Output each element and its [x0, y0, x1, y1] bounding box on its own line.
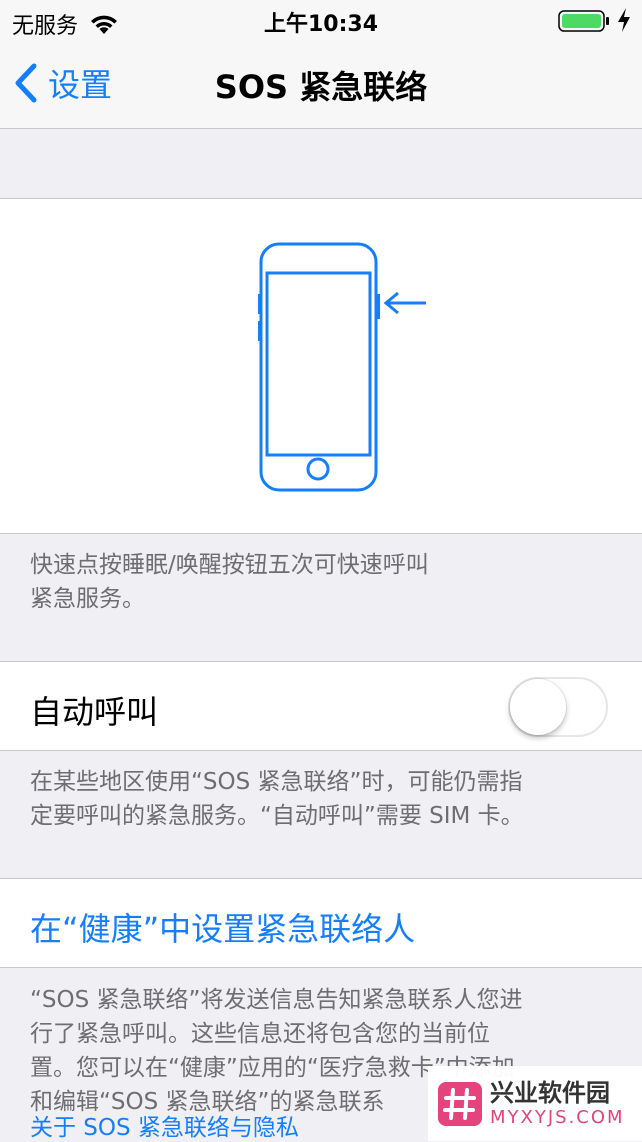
privacy-link[interactable]: 关于 SOS 紧急联络与隐私 — [30, 1108, 299, 1142]
toggle-knob — [510, 679, 566, 735]
footer-line: “SOS 紧急联络”将发送信息告知紧急联系人您进 — [30, 987, 523, 1013]
illustration-footer: 快速点按睡眠/唤醒按钮五次可快速呼叫 紧急服务。 — [30, 548, 620, 616]
auto-call-row: 自动呼叫 — [0, 661, 642, 751]
auto-call-toggle[interactable] — [508, 677, 608, 737]
footer-line: 在某些地区使用“SOS 紧急联络”时，可能仍需指 — [30, 769, 523, 795]
charging-icon — [618, 8, 630, 32]
status-bar: 无服务 上午10:34 — [0, 0, 642, 40]
health-link-label: 在“健康”中设置紧急联络人 — [30, 910, 416, 948]
health-emergency-contacts-row[interactable]: 在“健康”中设置紧急联络人 — [0, 878, 642, 968]
watermark-url: MYXYJS.COM — [490, 1106, 625, 1128]
page-title: SOS 紧急联络 — [214, 68, 428, 106]
battery-icon — [558, 10, 609, 32]
watermark-name: 兴业软件园 — [490, 1078, 610, 1107]
footer-line: 紧急服务。 — [30, 586, 145, 612]
footer-line: 快速点按睡眠/唤醒按钮五次可快速呼叫 — [30, 552, 429, 578]
watermark-logo-icon — [438, 1081, 482, 1126]
watermark: 兴业软件园 MYXYJS.COM — [428, 1066, 642, 1141]
auto-call-label: 自动呼叫 — [30, 693, 159, 731]
navigation-bar: 设置 SOS 紧急联络 — [0, 40, 642, 129]
footer-line: 行了紧急呼叫。这些信息还将包含您的当前位 — [30, 1021, 490, 1047]
status-time: 上午10:34 — [263, 12, 379, 37]
footer-line: 定要呼叫的紧急服务。“自动呼叫”需要 SIM 卡。 — [30, 803, 524, 829]
watermark-text: 兴业软件园 MYXYJS.COM — [490, 1079, 625, 1129]
phone-side-button-icon — [258, 242, 426, 492]
illustration-panel — [0, 198, 642, 534]
auto-call-footer: 在某些地区使用“SOS 紧急联络”时，可能仍需指 定要呼叫的紧急服务。“自动呼叫… — [30, 765, 620, 833]
